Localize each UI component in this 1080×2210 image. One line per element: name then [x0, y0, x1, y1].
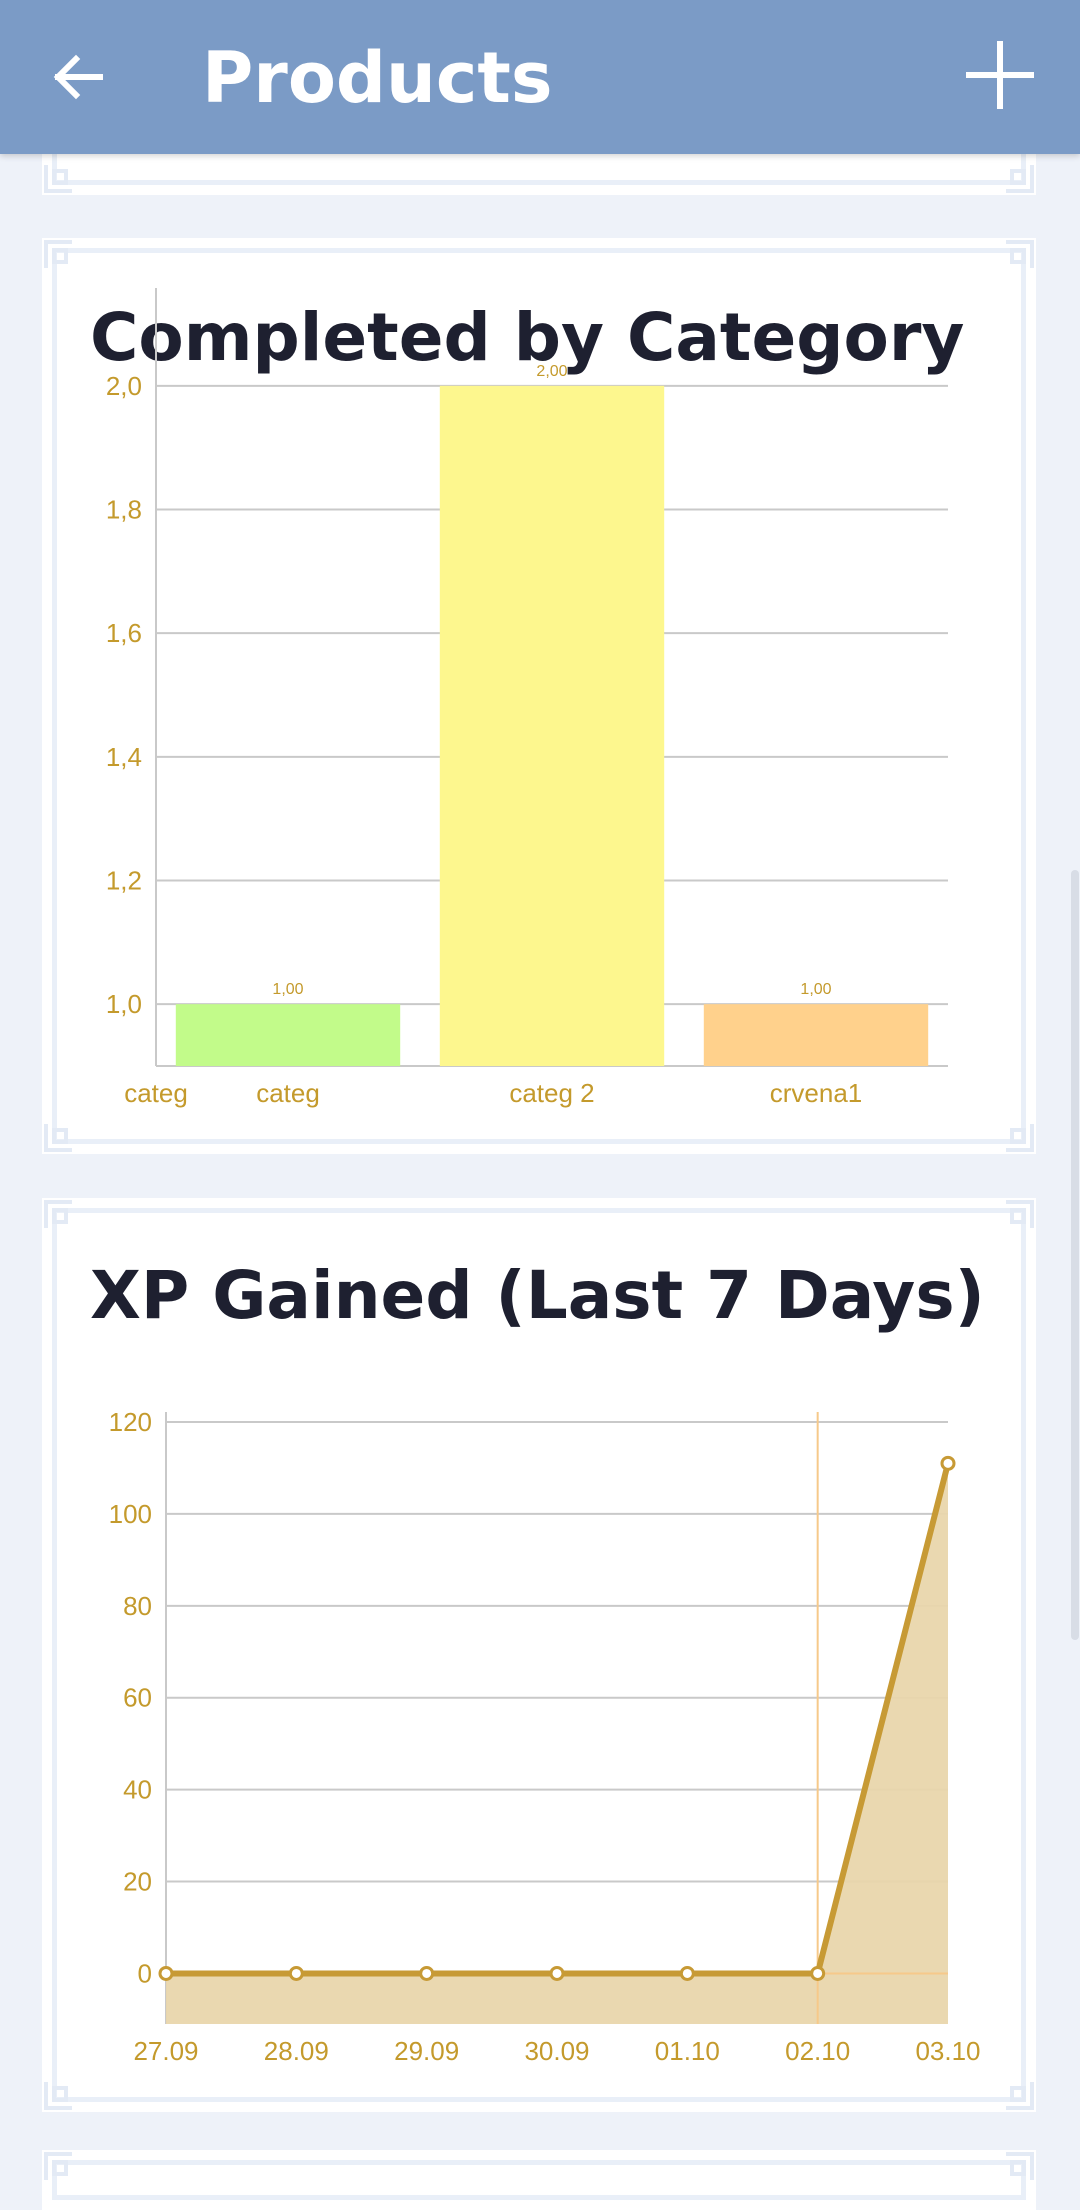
x-tick-label: 02.10: [785, 2036, 850, 2066]
y-tick-label: 100: [109, 1499, 152, 1529]
bar-value-label: 1,00: [272, 981, 303, 998]
y-tick-label: 120: [109, 1407, 152, 1437]
arrow-left-icon[interactable]: [48, 47, 108, 107]
bar: [175, 1004, 401, 1066]
y-tick-label: 1,0: [106, 989, 142, 1019]
y-tick-label: 20: [123, 1867, 152, 1897]
data-point: [810, 1965, 826, 1981]
app-bar: Products: [0, 0, 1080, 154]
bar-value-label: 2,00: [536, 363, 567, 380]
x-tick-label: categ 2: [509, 1078, 594, 1108]
y-tick-label: 80: [123, 1591, 152, 1621]
y-tick-label: 2,0: [106, 371, 142, 401]
x-tick-label: 30.09: [524, 2036, 589, 2066]
x-tick-label: categ: [124, 1078, 188, 1108]
x-tick-label: categ: [256, 1078, 320, 1108]
area-fill: [166, 1463, 948, 2024]
bar: [703, 1004, 929, 1066]
category-chart-card: Completed by Category 1,0 1,2 1,4 1,6 1,8 2,0…: [42, 238, 1036, 1154]
bar: [439, 385, 665, 1066]
y-tick-label: 1,6: [106, 618, 142, 648]
y-tick-label: 40: [123, 1775, 152, 1805]
plus-icon[interactable]: [960, 35, 1040, 115]
y-tick-label: 1,8: [106, 495, 142, 525]
y-tick-label: 60: [123, 1683, 152, 1713]
x-tick-label: 28.09: [264, 2036, 329, 2066]
scrollbar[interactable]: [1071, 870, 1079, 1640]
x-tick-label: 03.10: [915, 2036, 980, 2066]
data-point: [549, 1965, 565, 1981]
x-tick-label: 01.10: [655, 2036, 720, 2066]
data-point: [940, 1455, 956, 1471]
next-card: [42, 2150, 1036, 2210]
page-title: Products: [202, 37, 553, 119]
x-tick-label: crvena1: [770, 1078, 863, 1108]
y-tick-label: 0: [138, 1958, 152, 1988]
data-point: [288, 1965, 304, 1981]
data-point: [419, 1965, 435, 1981]
y-tick-label: 1,2: [106, 866, 142, 896]
xp-area-chart: 0 20 40 60 80 100 120 27.09 28.09 29.09 30.09 01.10…: [109, 1407, 981, 2066]
data-point: [679, 1965, 695, 1981]
xp-chart-card: XP Gained (Last 7 Days) 0 20 40 60 80 100 120 2…: [42, 1198, 1036, 2112]
bar-value-label: 1,00: [800, 981, 831, 998]
y-tick-label: 1,4: [106, 742, 142, 772]
series-line: [166, 1462, 951, 1977]
data-point: [158, 1965, 174, 1981]
x-tick-label: 29.09: [394, 2036, 459, 2066]
x-tick-label: 27.09: [133, 2036, 198, 2066]
category-bar-chart: 1,0 1,2 1,4 1,6 1,8 2,0 categ 1,00 categ 2,00 cate…: [106, 288, 948, 1108]
